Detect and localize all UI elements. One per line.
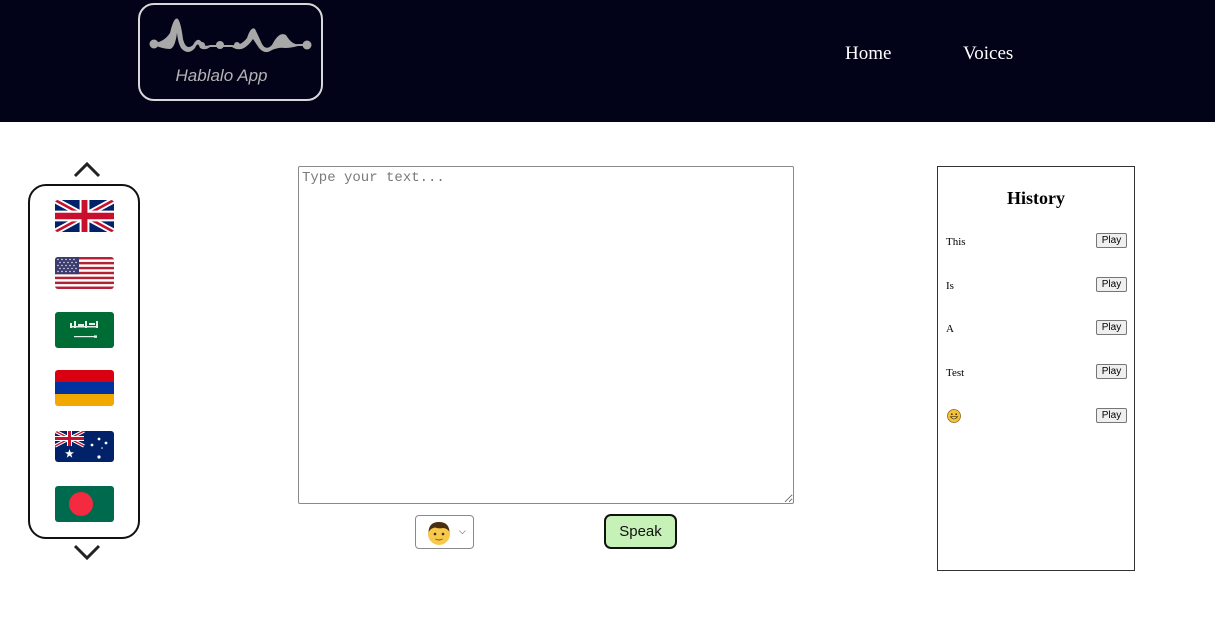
grinning-face-icon: [947, 409, 961, 423]
text-input[interactable]: [298, 166, 794, 504]
history-title: History: [1007, 188, 1065, 208]
play-button[interactable]: Play: [1096, 408, 1127, 423]
boy-face-icon: [428, 522, 450, 545]
uk-flag-icon[interactable]: [55, 200, 114, 232]
history-item: Test Play: [938, 364, 1134, 386]
history-item: This Play: [938, 233, 1134, 255]
australia-flag-icon[interactable]: [55, 431, 114, 462]
bangladesh-flag-icon[interactable]: [55, 486, 114, 522]
history-panel: History This Play Is Play A Play Test Pl…: [937, 166, 1135, 571]
app-logo[interactable]: Hablalo App: [138, 3, 323, 101]
chevron-up-icon[interactable]: [72, 160, 102, 180]
chevron-down-icon[interactable]: [72, 542, 102, 562]
history-item-text: This: [946, 236, 966, 248]
history-item-text: A: [946, 323, 954, 335]
app-header: Hablalo App Home Voices: [0, 0, 1215, 122]
speak-button[interactable]: Speak: [604, 514, 677, 549]
nav-home-link[interactable]: Home: [845, 43, 891, 65]
nav-voices-link[interactable]: Voices: [963, 43, 1013, 65]
history-item: Is Play: [938, 277, 1134, 299]
play-button[interactable]: Play: [1096, 364, 1127, 379]
saudi-arabia-flag-icon[interactable]: [55, 312, 114, 348]
history-item-text: Test: [946, 367, 965, 379]
play-button[interactable]: Play: [1096, 277, 1127, 292]
logo-text: Hablalo App: [175, 66, 268, 85]
waveform-icon: [149, 18, 312, 53]
history-item-text: Is: [946, 280, 954, 292]
play-button[interactable]: Play: [1096, 320, 1127, 335]
chevron-down-icon: ⌵: [459, 527, 466, 537]
armenia-flag-icon[interactable]: [55, 370, 114, 406]
language-carousel: [28, 184, 140, 539]
history-item: Play: [938, 408, 1134, 430]
play-button[interactable]: Play: [1096, 233, 1127, 248]
voice-select[interactable]: ⌵: [415, 515, 474, 549]
history-item: A Play: [938, 320, 1134, 342]
us-flag-icon[interactable]: [55, 257, 114, 289]
